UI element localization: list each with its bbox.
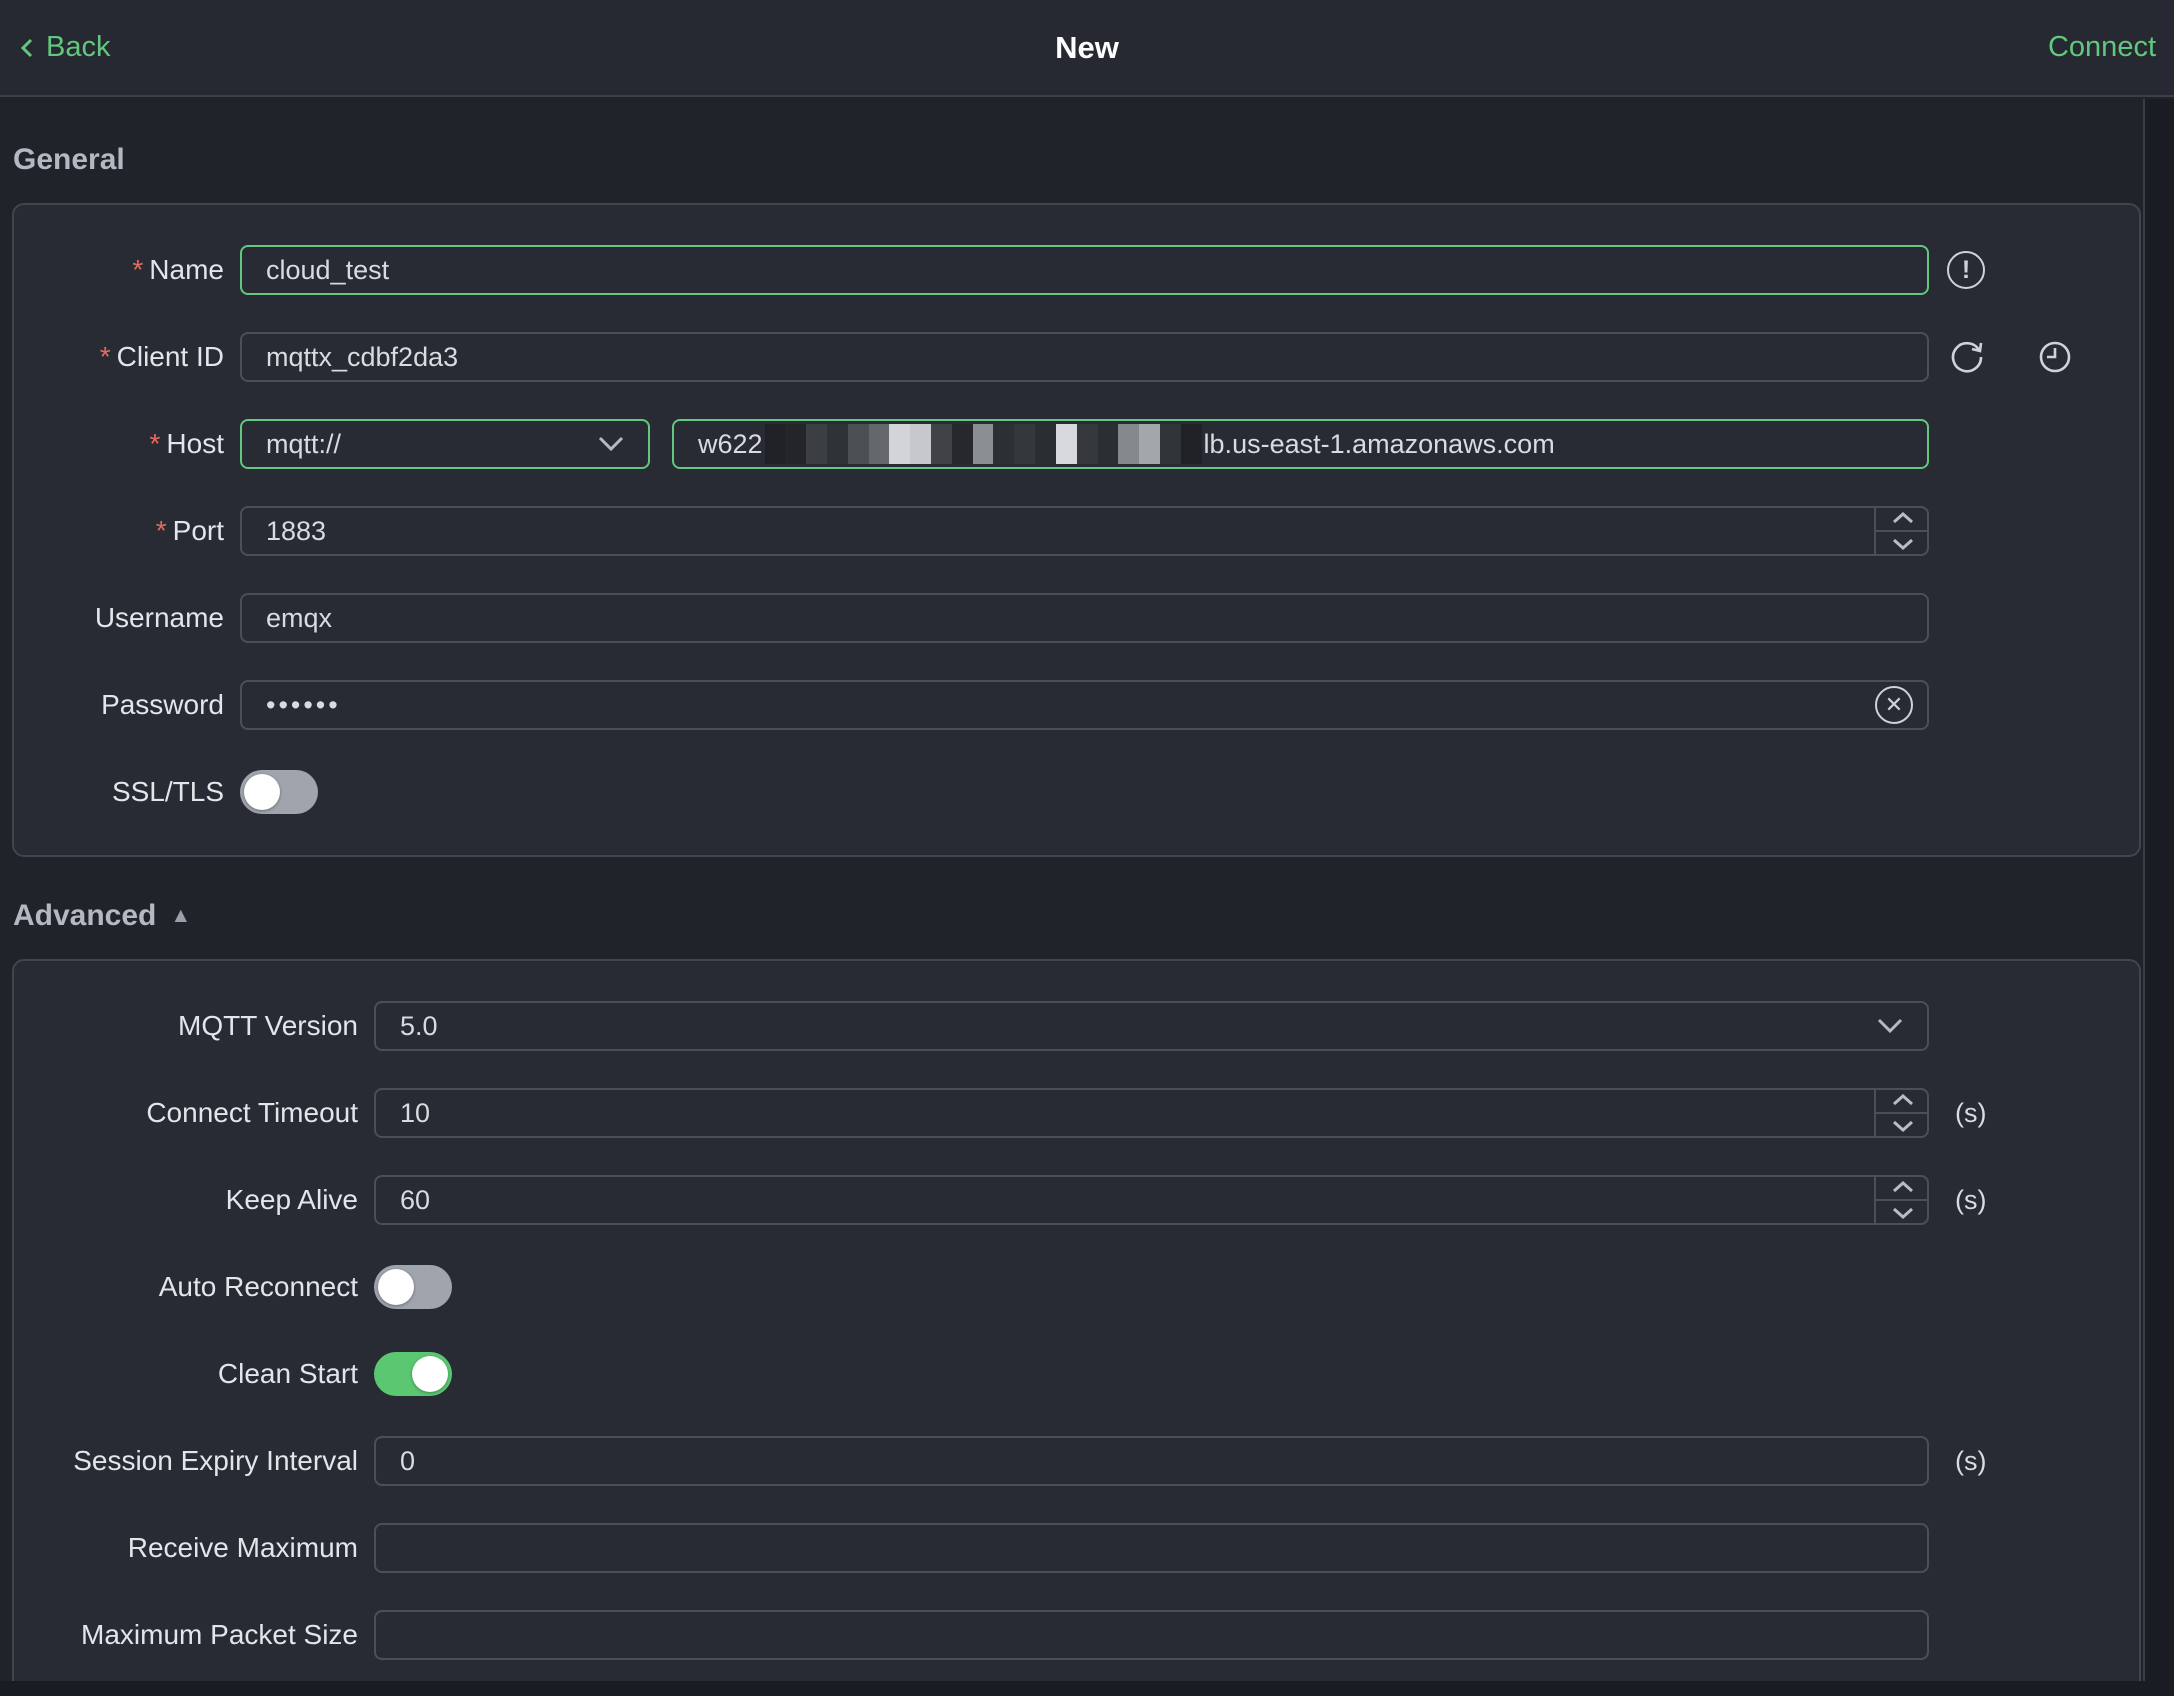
ssl-row: SSL/TLS <box>46 767 2139 817</box>
right-edge-gutter <box>2143 99 2174 1696</box>
name-input[interactable] <box>240 245 1929 295</box>
receive-maximum-row: Receive Maximum <box>46 1523 2139 1573</box>
ssl-toggle[interactable] <box>240 770 318 814</box>
clean-start-label: Clean Start <box>217 1358 358 1389</box>
connect-timeout-row: Connect Timeout (s) <box>46 1088 2139 1138</box>
connect-label: Connect <box>2047 31 2156 63</box>
password-row: Password ✕ <box>46 680 2139 730</box>
username-label: Username <box>94 602 224 633</box>
general-panel: *Name ! *Client ID *Host mqtt:// w622 lb… <box>12 203 2141 857</box>
client-id-label: * Client ID <box>99 341 224 372</box>
back-button[interactable]: Back <box>18 31 110 64</box>
receive-maximum-input[interactable] <box>374 1523 1929 1573</box>
spin-up-button[interactable] <box>1876 1175 1929 1201</box>
general-section-title: General <box>13 143 2174 177</box>
page-title: New <box>1055 29 1119 65</box>
advanced-panel: MQTT Version 5.0 Connect Timeout (s) Kee… <box>12 959 2141 1696</box>
warning-info-icon[interactable]: ! <box>1947 251 1985 289</box>
required-mark: * <box>149 428 161 459</box>
host-value-suffix: lb.us-east-1.amazonaws.com <box>1203 428 1555 459</box>
host-label: * Host <box>149 428 224 459</box>
port-stepper <box>240 506 1929 556</box>
chevron-down-icon <box>598 436 624 452</box>
host-input[interactable]: w622 lb.us-east-1.amazonaws.com <box>672 419 1929 469</box>
required-mark: * <box>99 341 111 372</box>
spin-down-button[interactable] <box>1876 1201 1929 1225</box>
auto-reconnect-toggle[interactable] <box>374 1265 452 1309</box>
client-id-row: * Client ID <box>46 332 2139 382</box>
spin-up-button[interactable] <box>1876 506 1929 532</box>
maximum-packet-size-row: Maximum Packet Size <box>46 1610 2139 1660</box>
keep-alive-unit: (s) <box>1955 1184 1987 1215</box>
maximum-packet-size-label: Maximum Packet Size <box>81 1619 358 1650</box>
maximum-packet-size-input[interactable] <box>374 1610 1929 1660</box>
session-expiry-label: Session Expiry Interval <box>73 1445 358 1476</box>
collapse-triangle-icon[interactable]: ▲ <box>170 904 191 928</box>
port-input[interactable] <box>240 506 1929 556</box>
required-mark: * <box>132 254 144 285</box>
back-label: Back <box>46 31 111 63</box>
port-row: * Port <box>46 506 2139 556</box>
password-wrap: ✕ <box>240 680 1929 730</box>
host-value-prefix: w622 <box>698 428 763 459</box>
protocol-select[interactable]: mqtt:// <box>240 419 650 469</box>
session-expiry-row: Session Expiry Interval (s) <box>46 1436 2139 1486</box>
receive-maximum-label: Receive Maximum <box>127 1532 358 1563</box>
password-input[interactable] <box>240 680 1929 730</box>
connect-button[interactable]: Connect <box>2048 31 2156 64</box>
advanced-section-title[interactable]: Advanced ▲ <box>13 899 2174 933</box>
advanced-section-label: Advanced <box>13 899 157 932</box>
mqtt-version-value: 5.0 <box>400 1010 438 1041</box>
keep-alive-row: Keep Alive (s) <box>46 1175 2139 1225</box>
port-spinner <box>1874 506 1929 556</box>
connect-timeout-label: Connect Timeout <box>146 1097 358 1128</box>
mqtt-version-row: MQTT Version 5.0 <box>46 1001 2139 1051</box>
bottom-edge-strip <box>0 1681 2174 1696</box>
keep-alive-spinner <box>1874 1175 1929 1225</box>
keep-alive-stepper <box>374 1175 1929 1225</box>
session-expiry-unit: (s) <box>1955 1445 1987 1476</box>
spin-up-button[interactable] <box>1876 1088 1929 1114</box>
clean-start-toggle[interactable] <box>374 1352 452 1396</box>
required-mark: * <box>155 515 167 546</box>
auto-reconnect-row: Auto Reconnect <box>46 1262 2139 1312</box>
keep-alive-label: Keep Alive <box>225 1184 358 1215</box>
spin-down-button[interactable] <box>1876 532 1929 556</box>
mqtt-version-select[interactable]: 5.0 <box>374 1001 1929 1051</box>
connect-timeout-input[interactable] <box>374 1088 1929 1138</box>
spin-down-button[interactable] <box>1876 1114 1929 1138</box>
connect-timeout-spinner <box>1874 1088 1929 1138</box>
auto-reconnect-label: Auto Reconnect <box>158 1271 358 1302</box>
clean-start-row: Clean Start <box>46 1349 2139 1399</box>
keep-alive-input[interactable] <box>374 1175 1929 1225</box>
ssl-label: SSL/TLS <box>111 776 224 807</box>
password-label: Password <box>101 689 224 720</box>
protocol-value: mqtt:// <box>266 428 342 459</box>
username-input[interactable] <box>240 593 1929 643</box>
connect-timeout-stepper <box>374 1088 1929 1138</box>
client-id-input[interactable] <box>240 332 1929 382</box>
connect-timeout-unit: (s) <box>1955 1097 1987 1128</box>
port-label: * Port <box>155 515 224 546</box>
clear-password-icon[interactable]: ✕ <box>1875 686 1913 724</box>
name-label: * Name <box>132 254 224 285</box>
host-row: * Host mqtt:// w622 lb.us-east-1.amazonaw… <box>46 419 2139 469</box>
name-row: *Name ! <box>46 245 2139 295</box>
session-expiry-input[interactable] <box>374 1436 1929 1486</box>
refresh-client-id-icon[interactable] <box>1947 337 1987 377</box>
mqtt-version-label: MQTT Version <box>178 1010 358 1041</box>
chevron-down-icon <box>1877 1018 1903 1034</box>
topbar: Back New Connect <box>0 0 2174 97</box>
general-section-label: General <box>13 143 125 176</box>
host-redacted <box>764 424 1202 464</box>
username-row: Username <box>46 593 2139 643</box>
history-clock-icon[interactable] <box>2035 337 2075 377</box>
chevron-left-icon <box>20 38 33 57</box>
